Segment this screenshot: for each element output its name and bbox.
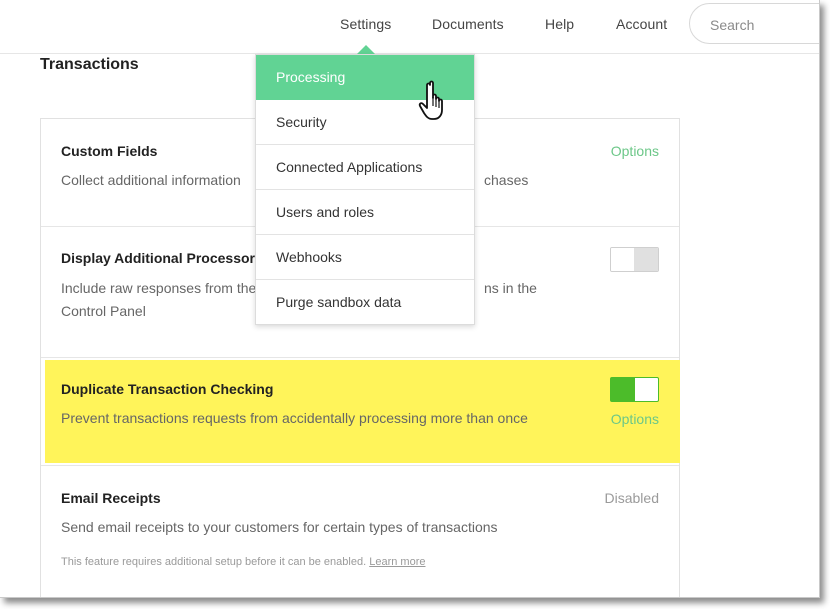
custom-fields-options-link[interactable]: Options <box>611 143 659 159</box>
app-window: Settings Documents Help Account Transact… <box>0 0 820 598</box>
top-navigation: Settings Documents Help Account <box>0 0 819 54</box>
toggle-knob <box>634 378 658 401</box>
setting-description-tail: ns in the <box>484 280 537 296</box>
setup-note: This feature requires additional setup b… <box>61 556 425 568</box>
menu-item-webhooks[interactable]: Webhooks <box>256 235 474 280</box>
status-label: Disabled <box>604 490 659 506</box>
menu-item-label: Connected Applications <box>276 159 423 175</box>
setup-note-text: This feature requires additional setup b… <box>61 556 367 568</box>
menu-item-label: Purge sandbox data <box>276 294 402 310</box>
highlighted-setting-duplicate-checking: Duplicate Transaction Checking Prevent t… <box>45 360 680 463</box>
duplicate-checking-options-link[interactable]: Options <box>611 411 659 427</box>
toggle-knob <box>611 248 635 271</box>
setting-description-line2: Control Panel <box>61 303 146 319</box>
toggle-track <box>634 248 658 271</box>
page-title: Transactions <box>40 56 139 73</box>
setting-description: Include raw responses from the <box>61 280 257 296</box>
setting-description: Collect additional information <box>61 172 241 188</box>
setting-title: Email Receipts <box>61 490 161 506</box>
menu-item-label: Webhooks <box>276 249 342 265</box>
search-box[interactable] <box>689 3 819 44</box>
hand-pointer-icon <box>418 80 443 120</box>
search-input[interactable] <box>710 15 819 35</box>
menu-item-label: Processing <box>276 69 346 85</box>
menu-item-users-and-roles[interactable]: Users and roles <box>256 190 474 235</box>
menu-item-label: Security <box>276 114 327 130</box>
processor-responses-toggle[interactable] <box>610 247 659 272</box>
nav-account[interactable]: Account <box>616 16 667 32</box>
nav-documents[interactable]: Documents <box>432 16 504 32</box>
setting-description: Prevent transactions requests from accid… <box>61 410 528 426</box>
nav-settings[interactable]: Settings <box>340 16 391 32</box>
menu-item-label: Users and roles <box>276 204 375 220</box>
menu-item-purge-sandbox-data[interactable]: Purge sandbox data <box>256 280 474 325</box>
setting-title: Duplicate Transaction Checking <box>61 381 274 397</box>
setting-row-email-receipts: Email Receipts Send email receipts to yo… <box>41 466 679 597</box>
learn-more-link[interactable]: Learn more <box>369 556 425 568</box>
setting-description: Send email receipts to your customers fo… <box>61 519 498 535</box>
setting-title: Display Additional Processor F <box>61 250 268 266</box>
setting-description-tail: chases <box>484 172 529 188</box>
toggle-fill <box>611 378 635 401</box>
setting-title: Custom Fields <box>61 143 158 159</box>
nav-help[interactable]: Help <box>545 16 574 32</box>
menu-item-connected-applications[interactable]: Connected Applications <box>256 145 474 190</box>
duplicate-checking-toggle[interactable] <box>610 377 659 402</box>
